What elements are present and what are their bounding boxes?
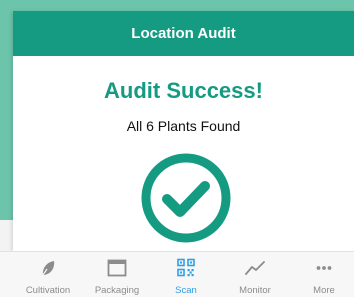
success-title: Audit Success! [104,78,263,103]
tab-more[interactable]: More [289,252,354,298]
location-audit-modal: Location Audit Audit Success! All 6 Plan… [13,11,354,251]
tab-cultivation[interactable]: Cultivation [13,252,83,298]
success-message: All 6 Plants Found [126,118,241,134]
tab-label: Monitor [239,285,271,296]
leaf-icon [36,258,60,278]
more-dots-icon [312,258,336,278]
window-icon [105,258,129,278]
line-chart-icon [243,258,267,278]
check-circle-icon [141,153,231,243]
modal-title: Location Audit [13,11,354,56]
tab-scan[interactable]: Scan [151,252,221,298]
qr-code-icon [174,258,198,278]
tab-label: Scan [175,285,197,296]
tab-label: Cultivation [25,285,71,296]
tab-packaging[interactable]: Packaging [82,252,152,298]
tab-label: More [313,285,335,296]
tab-monitor[interactable]: Monitor [220,252,290,298]
bottom-tab-bar: Cultivation Packaging Scan Monitor More [0,251,354,297]
tab-label: Packaging [94,285,140,296]
